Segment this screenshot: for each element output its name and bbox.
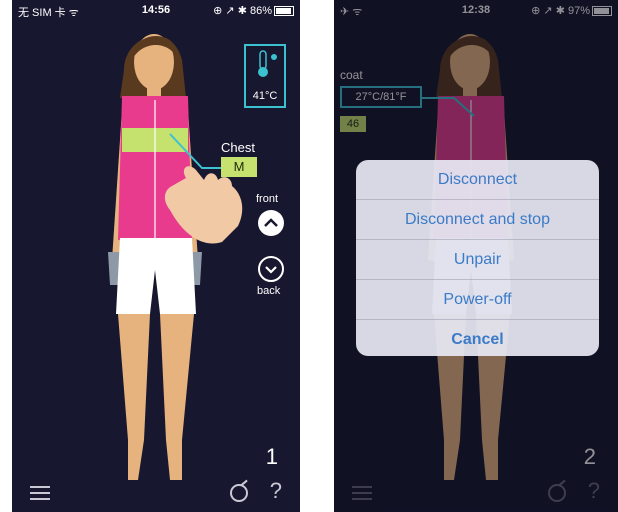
chevron-up-icon xyxy=(264,218,278,227)
menu-icon[interactable] xyxy=(30,486,50,500)
front-label: front xyxy=(256,193,279,205)
step-number: 1 xyxy=(265,444,278,469)
chevron-down-icon xyxy=(265,266,277,274)
unpair-button[interactable]: Unpair xyxy=(356,240,599,280)
bottom-bar: ? xyxy=(12,472,300,512)
chest-label: Chest xyxy=(221,140,255,155)
front-view-button[interactable] xyxy=(258,210,284,236)
help-button[interactable]: ? xyxy=(270,478,282,504)
phone-screen-1: 无 SIM 卡 ᯤ 14:56 ⊕ ↗ ✱ 86% 41°C Chest M f… xyxy=(12,0,300,512)
phone-screen-2: ✈ ᯤ 12:38 ⊕ ↗ ✱ 97% coat 27°C/81°F 46 2 … xyxy=(334,0,618,512)
temperature-value: 41°C xyxy=(252,90,278,102)
back-label: back xyxy=(257,285,281,297)
action-sheet: Disconnect Disconnect and stop Unpair Po… xyxy=(356,160,599,356)
disconnect-and-stop-button[interactable]: Disconnect and stop xyxy=(356,200,599,240)
temperature-indicator: 41°C xyxy=(244,44,286,108)
thermometer-sun-icon xyxy=(258,50,277,77)
back-view-button[interactable] xyxy=(258,256,284,282)
calibrate-icon[interactable] xyxy=(230,484,248,502)
disconnect-button[interactable]: Disconnect xyxy=(356,160,599,200)
chest-size-badge[interactable]: M xyxy=(221,157,257,177)
power-off-button[interactable]: Power-off xyxy=(356,280,599,320)
cancel-button[interactable]: Cancel xyxy=(356,320,599,356)
